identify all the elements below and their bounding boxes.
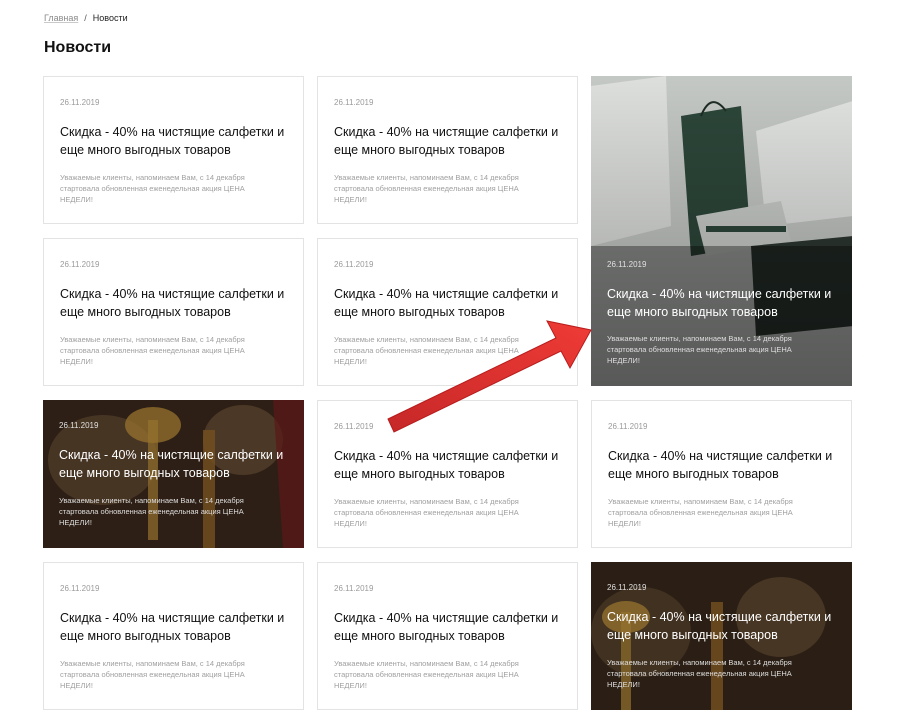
breadcrumb-home-link[interactable]: Главная bbox=[44, 13, 78, 23]
news-card-featured[interactable]: 26.11.2019 Скидка - 40% на чистящие салф… bbox=[591, 76, 852, 386]
news-card[interactable]: 26.11.2019 Скидка - 40% на чистящие салф… bbox=[43, 76, 304, 224]
news-title[interactable]: Скидка - 40% на чистящие салфетки и еще … bbox=[334, 447, 566, 483]
news-date: 26.11.2019 bbox=[334, 98, 374, 107]
breadcrumb: Главная / Новости bbox=[44, 13, 128, 23]
news-description: Уважаемые клиенты, напоминаем Вам, с 14 … bbox=[60, 335, 245, 366]
news-title[interactable]: Скидка - 40% на чистящие салфетки и еще … bbox=[60, 285, 292, 321]
news-card[interactable]: 26.11.2019 Скидка - 40% на чистящие салф… bbox=[317, 238, 578, 386]
news-description: Уважаемые клиенты, напоминаем Вам, с 14 … bbox=[334, 335, 519, 366]
news-card[interactable]: 26.11.2019 Скидка - 40% на чистящие салф… bbox=[317, 400, 578, 548]
news-card[interactable]: 26.11.2019 Скидка - 40% на чистящие салф… bbox=[317, 562, 578, 710]
news-date: 26.11.2019 bbox=[60, 260, 100, 269]
news-description: Уважаемые клиенты, напоминаем Вам, с 14 … bbox=[334, 497, 519, 528]
news-description: Уважаемые клиенты, напоминаем Вам, с 14 … bbox=[334, 173, 519, 204]
news-date: 26.11.2019 bbox=[334, 260, 374, 269]
news-card[interactable]: 26.11.2019 Скидка - 40% на чистящие салф… bbox=[317, 76, 578, 224]
news-title[interactable]: Скидка - 40% на чистящие салфетки и еще … bbox=[608, 447, 840, 483]
news-date: 26.11.2019 bbox=[60, 584, 100, 593]
news-card-image[interactable]: 26.11.2019 Скидка - 40% на чистящие салф… bbox=[43, 400, 304, 548]
news-description: Уважаемые клиенты, напоминаем Вам, с 14 … bbox=[60, 173, 245, 204]
news-card[interactable]: 26.11.2019 Скидка - 40% на чистящие салф… bbox=[591, 400, 852, 548]
news-card-image[interactable]: 26.11.2019 Скидка - 40% на чистящие салф… bbox=[591, 562, 852, 710]
news-title[interactable]: Скидка - 40% на чистящие салфетки и еще … bbox=[59, 446, 291, 482]
news-date: 26.11.2019 bbox=[608, 422, 648, 431]
news-card[interactable]: 26.11.2019 Скидка - 40% на чистящие салф… bbox=[43, 238, 304, 386]
news-description: Уважаемые клиенты, напоминаем Вам, с 14 … bbox=[334, 659, 519, 690]
news-date: 26.11.2019 bbox=[607, 260, 647, 269]
news-description: Уважаемые клиенты, напоминаем Вам, с 14 … bbox=[60, 659, 245, 690]
news-date: 26.11.2019 bbox=[60, 98, 100, 107]
news-description: Уважаемые клиенты, напоминаем Вам, с 14 … bbox=[608, 497, 793, 528]
news-date: 26.11.2019 bbox=[59, 421, 99, 430]
news-title[interactable]: Скидка - 40% на чистящие салфетки и еще … bbox=[607, 608, 839, 644]
news-date: 26.11.2019 bbox=[334, 422, 374, 431]
news-description: Уважаемые клиенты, напоминаем Вам, с 14 … bbox=[59, 496, 244, 527]
breadcrumb-separator: / bbox=[84, 13, 87, 23]
page-title: Новости bbox=[44, 39, 112, 56]
news-description: Уважаемые клиенты, напоминаем Вам, с 14 … bbox=[607, 658, 792, 689]
news-title[interactable]: Скидка - 40% на чистящие салфетки и еще … bbox=[334, 285, 566, 321]
news-title[interactable]: Скидка - 40% на чистящие салфетки и еще … bbox=[607, 285, 839, 321]
news-card[interactable]: 26.11.2019 Скидка - 40% на чистящие салф… bbox=[43, 562, 304, 710]
news-title[interactable]: Скидка - 40% на чистящие салфетки и еще … bbox=[334, 609, 566, 645]
news-date: 26.11.2019 bbox=[334, 584, 374, 593]
news-title[interactable]: Скидка - 40% на чистящие салфетки и еще … bbox=[60, 609, 292, 645]
news-description: Уважаемые клиенты, напоминаем Вам, с 14 … bbox=[607, 334, 792, 365]
news-title[interactable]: Скидка - 40% на чистящие салфетки и еще … bbox=[60, 123, 292, 159]
breadcrumb-current: Новости bbox=[92, 13, 128, 23]
news-date: 26.11.2019 bbox=[607, 583, 647, 592]
news-title[interactable]: Скидка - 40% на чистящие салфетки и еще … bbox=[334, 123, 566, 159]
